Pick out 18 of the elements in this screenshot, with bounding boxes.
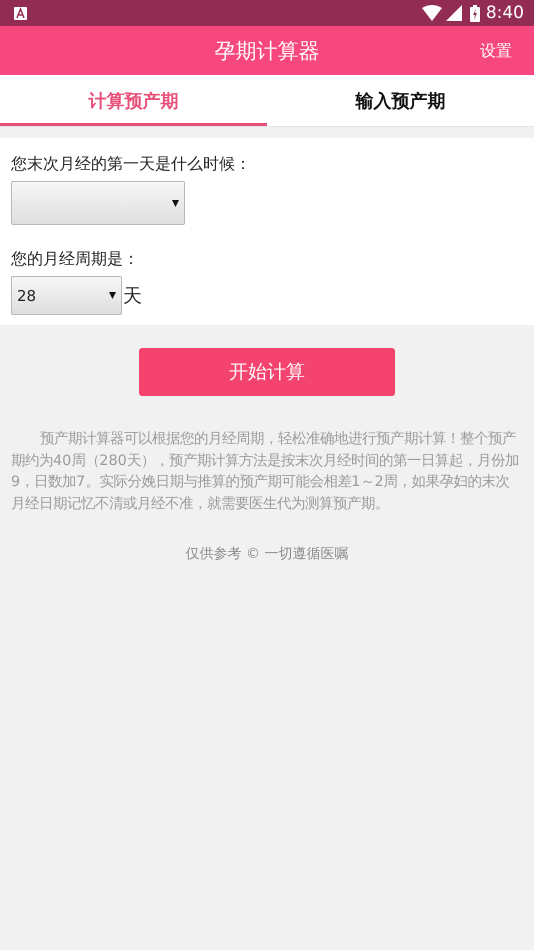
clock-time: 8:40 bbox=[486, 3, 524, 23]
field-label: 您的月经周期是： bbox=[11, 249, 140, 270]
cycle-dropdown[interactable]: 28 bbox=[11, 276, 122, 315]
dropdown-caret-icon bbox=[109, 292, 116, 299]
tab[interactable]: 计算预产期 bbox=[0, 75, 267, 126]
battery-icon bbox=[470, 4, 480, 22]
wifi-icon bbox=[422, 5, 442, 21]
field-label: 您末次月经的第一天是什么时候： bbox=[11, 154, 252, 175]
footer-text: 仅供参考 © 一切遵循医嘱 bbox=[184, 545, 350, 564]
dropdown-caret-icon bbox=[172, 200, 179, 206]
notification-icon bbox=[14, 6, 27, 20]
settings-button[interactable]: 设置 bbox=[480, 38, 512, 64]
description-text: 预产期计算器可以根据您的月经周期，轻松准确地进行预产期计算！整个预产期约为40周（280天），预产期计算方法是按末次月经时间的第一日算起，月份加 9，日数加7。实际分娩日期与推算的预产期可能会相差1～2周，如果孕妇的末次月经日期记忆不清或月经不准，就需要医生代为测算预产期。 bbox=[11, 430, 520, 514]
unit-label: 天 bbox=[123, 284, 142, 308]
signal-icon bbox=[446, 5, 462, 21]
tab[interactable]: 输入预产期 bbox=[267, 75, 534, 126]
app-title: 孕期计算器 bbox=[214, 38, 320, 64]
date-dropdown[interactable] bbox=[11, 181, 185, 225]
